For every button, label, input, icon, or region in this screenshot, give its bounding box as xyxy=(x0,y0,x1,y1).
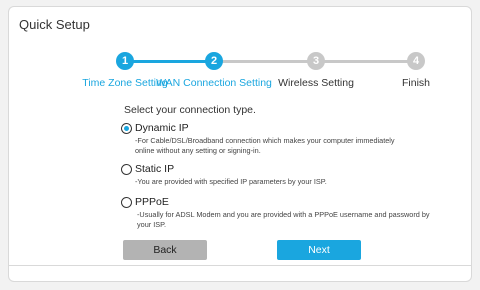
static-ip-label[interactable]: Static IP xyxy=(135,163,174,175)
static-ip-description: -You are provided with specified IP para… xyxy=(135,177,327,186)
step-3-indicator: 3 xyxy=(307,52,325,70)
progress-line-completed xyxy=(125,60,209,63)
footer-divider xyxy=(9,265,471,266)
setup-progress: 1 2 3 4 Time Zone Setting WAN Connection… xyxy=(9,47,471,97)
step-3-label: Wireless Setting xyxy=(278,77,354,89)
pppoe-description: -Usually for ADSL Modem and you are prov… xyxy=(137,210,430,229)
connection-type-prompt: Select your connection type. xyxy=(124,104,256,116)
back-button[interactable]: Back xyxy=(123,240,207,260)
dynamic-ip-label[interactable]: Dynamic IP xyxy=(135,122,189,134)
next-button[interactable]: Next xyxy=(277,240,361,260)
pppoe-label[interactable]: PPPoE xyxy=(135,196,169,208)
dynamic-ip-description: -For Cable/DSL/Broadband connection whic… xyxy=(135,136,395,155)
progress-line-pending xyxy=(321,60,413,63)
step-2-label: WAN Connection Setting xyxy=(156,77,272,89)
quick-setup-panel: Quick Setup 1 2 3 4 Time Zone Setting WA… xyxy=(8,6,472,282)
page-title: Quick Setup xyxy=(19,17,90,32)
pppoe-radio[interactable] xyxy=(121,197,132,208)
step-2-indicator: 2 xyxy=(205,52,223,70)
step-4-indicator: 4 xyxy=(407,52,425,70)
step-4-label: Finish xyxy=(401,77,431,89)
step-1-label: Time Zone Setting xyxy=(82,77,168,89)
static-ip-radio[interactable] xyxy=(121,164,132,175)
progress-line-pending xyxy=(215,60,315,63)
step-1-indicator: 1 xyxy=(116,52,134,70)
dynamic-ip-radio[interactable] xyxy=(121,123,132,134)
